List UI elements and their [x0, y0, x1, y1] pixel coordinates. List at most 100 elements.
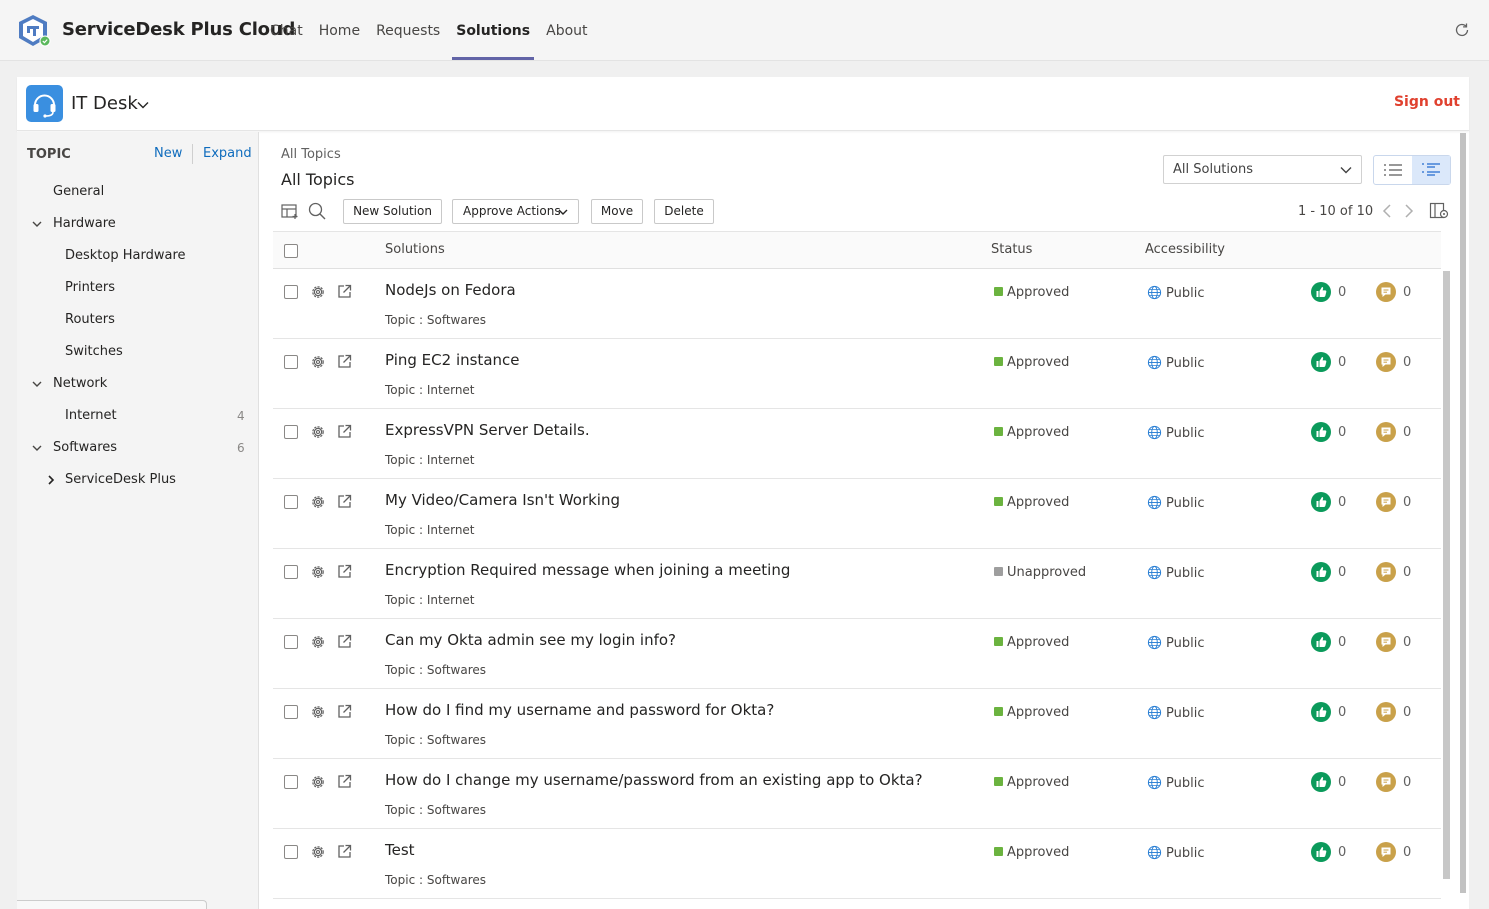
table-row[interactable]: How do I change my username/password fro… — [273, 759, 1441, 829]
gear-icon[interactable] — [310, 844, 326, 860]
next-page-icon[interactable] — [1403, 203, 1415, 219]
solution-title[interactable]: Encryption Required message when joining… — [385, 561, 790, 579]
column-chooser-icon[interactable] — [1429, 202, 1449, 220]
comment-icon[interactable] — [1376, 562, 1396, 582]
move-button[interactable]: Move — [591, 199, 643, 224]
thumbs-up-icon[interactable] — [1311, 632, 1331, 652]
desk-selector[interactable]: IT Desk — [71, 93, 138, 114]
tab-home[interactable]: Home — [315, 0, 364, 60]
thumbs-up-icon[interactable] — [1311, 842, 1331, 862]
comment-icon[interactable] — [1376, 632, 1396, 652]
row-checkbox[interactable] — [284, 705, 298, 719]
thumbs-up-icon[interactable] — [1311, 352, 1331, 372]
delete-button[interactable]: Delete — [654, 199, 714, 224]
gear-icon[interactable] — [310, 494, 326, 510]
approve-actions-button[interactable]: Approve Actions — [452, 199, 579, 224]
sidebar-item-printers[interactable]: Printers — [65, 276, 115, 300]
solution-title[interactable]: Can my Okta admin see my login info? — [385, 631, 676, 649]
row-checkbox[interactable] — [284, 285, 298, 299]
thumbs-up-icon[interactable] — [1311, 282, 1331, 302]
row-checkbox[interactable] — [284, 425, 298, 439]
column-header-accessibility[interactable]: Accessibility — [1145, 242, 1225, 257]
thumbs-up-icon[interactable] — [1311, 562, 1331, 582]
thumbs-up-icon[interactable] — [1311, 492, 1331, 512]
solution-title[interactable]: ExpressVPN Server Details. — [385, 421, 590, 439]
table-scrollbar[interactable] — [1443, 271, 1450, 879]
gear-icon[interactable] — [310, 284, 326, 300]
comment-icon[interactable] — [1376, 422, 1396, 442]
open-external-icon[interactable] — [337, 704, 352, 719]
new-topic-link[interactable]: New — [154, 146, 182, 161]
open-external-icon[interactable] — [337, 774, 352, 789]
gear-icon[interactable] — [310, 424, 326, 440]
comment-icon[interactable] — [1376, 282, 1396, 302]
open-external-icon[interactable] — [337, 564, 352, 579]
column-header-status[interactable]: Status — [991, 242, 1032, 257]
expand-link[interactable]: Expand — [203, 146, 252, 161]
thumbs-up-icon[interactable] — [1311, 702, 1331, 722]
comment-icon[interactable] — [1376, 492, 1396, 512]
open-external-icon[interactable] — [337, 844, 352, 859]
breadcrumb[interactable]: All Topics — [281, 147, 341, 162]
list-view-button[interactable] — [1374, 156, 1412, 184]
row-checkbox[interactable] — [284, 495, 298, 509]
thumbs-up-icon[interactable] — [1311, 422, 1331, 442]
row-checkbox[interactable] — [284, 355, 298, 369]
table-row[interactable]: NodeJs on Fedora Topic : Softwares Appro… — [273, 269, 1441, 339]
table-row[interactable]: Ping EC2 instance Topic : Internet Appro… — [273, 339, 1441, 409]
table-row[interactable]: My Video/Camera Isn't Working Topic : In… — [273, 479, 1441, 549]
open-external-icon[interactable] — [337, 634, 352, 649]
gear-icon[interactable] — [310, 704, 326, 720]
gear-icon[interactable] — [310, 564, 326, 580]
comment-icon[interactable] — [1376, 702, 1396, 722]
row-checkbox[interactable] — [284, 635, 298, 649]
row-checkbox[interactable] — [284, 775, 298, 789]
sidebar-item-switches[interactable]: Switches — [65, 340, 123, 364]
search-icon[interactable] — [307, 201, 327, 221]
solution-title[interactable]: Ping EC2 instance — [385, 351, 520, 369]
chevron-down-icon[interactable] — [31, 442, 43, 454]
page-scrollbar[interactable] — [1460, 133, 1466, 893]
sidebar-item-routers[interactable]: Routers — [65, 308, 115, 332]
sidebar-item-general[interactable]: General — [53, 180, 104, 204]
open-external-icon[interactable] — [337, 424, 352, 439]
new-solution-button[interactable]: New Solution — [343, 199, 442, 224]
table-row[interactable]: ExpressVPN Server Details. Topic : Inter… — [273, 409, 1441, 479]
comment-icon[interactable] — [1376, 772, 1396, 792]
sidebar-item-desktop-hardware[interactable]: Desktop Hardware — [65, 244, 186, 268]
sidebar-item-hardware[interactable]: Hardware — [53, 212, 116, 236]
table-row[interactable]: Encryption Required message when joining… — [273, 549, 1441, 619]
sign-out-link[interactable]: Sign out — [1394, 94, 1460, 110]
chevron-down-icon[interactable] — [137, 101, 149, 109]
chevron-down-icon[interactable] — [31, 218, 43, 230]
open-external-icon[interactable] — [337, 494, 352, 509]
gear-icon[interactable] — [310, 354, 326, 370]
table-settings-icon[interactable] — [280, 201, 300, 221]
tab-chat[interactable]: Chat — [266, 0, 307, 60]
row-checkbox[interactable] — [284, 845, 298, 859]
solution-title[interactable]: How do I find my username and password f… — [385, 701, 774, 719]
open-external-icon[interactable] — [337, 284, 352, 299]
thumbs-up-icon[interactable] — [1311, 772, 1331, 792]
open-external-icon[interactable] — [337, 354, 352, 369]
detail-view-button[interactable] — [1412, 156, 1450, 184]
table-row[interactable]: How do I find my username and password f… — [273, 689, 1441, 759]
gear-icon[interactable] — [310, 634, 326, 650]
tab-requests[interactable]: Requests — [372, 0, 444, 60]
solution-title[interactable]: My Video/Camera Isn't Working — [385, 491, 620, 509]
table-row[interactable]: Can my Okta admin see my login info? Top… — [273, 619, 1441, 689]
sidebar-item-network[interactable]: Network — [53, 372, 107, 396]
refresh-icon[interactable] — [1453, 21, 1471, 39]
column-header-solutions[interactable]: Solutions — [385, 242, 445, 257]
solutions-filter-select[interactable]: All Solutions — [1163, 155, 1362, 184]
sidebar-item-servicedesk-plus[interactable]: ServiceDesk Plus — [65, 468, 176, 492]
tab-about[interactable]: About — [542, 0, 591, 60]
solution-title[interactable]: Test — [385, 841, 415, 859]
sidebar-item-internet[interactable]: Internet — [65, 404, 117, 428]
chevron-down-icon[interactable] — [31, 378, 43, 390]
solution-title[interactable]: How do I change my username/password fro… — [385, 771, 923, 789]
previous-page-icon[interactable] — [1381, 203, 1393, 219]
chevron-right-icon[interactable] — [45, 474, 57, 486]
sidebar-item-softwares[interactable]: Softwares — [53, 436, 117, 460]
select-all-checkbox[interactable] — [284, 244, 298, 258]
